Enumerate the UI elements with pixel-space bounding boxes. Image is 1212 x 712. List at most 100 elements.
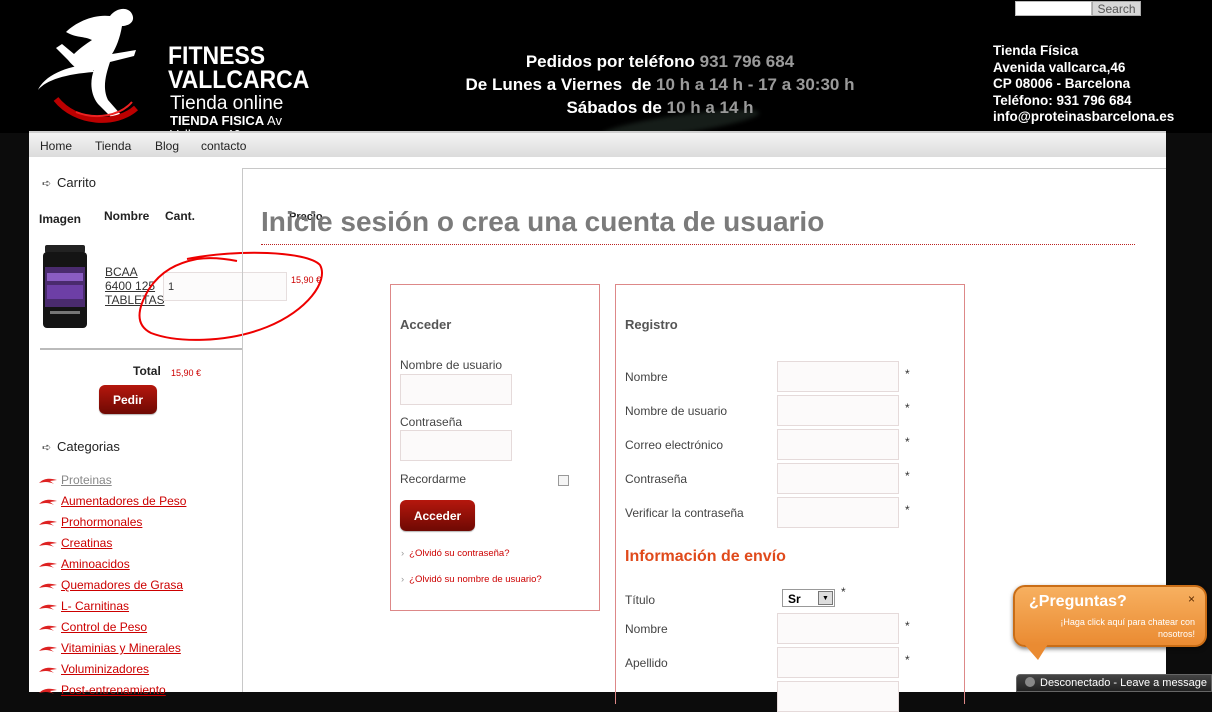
register-email-input[interactable]	[777, 429, 899, 460]
remember-label: Recordarme	[400, 472, 467, 486]
forgot-password-text: ¿Olvidó su contraseña?	[409, 548, 510, 559]
register-username-label: Nombre de usuario	[625, 404, 728, 418]
category-item[interactable]: Control de Peso	[38, 620, 147, 634]
close-icon[interactable]: ×	[1188, 592, 1195, 606]
shipping-title-value: Sr	[788, 592, 801, 606]
store-email: info@proteinasbarcelona.es	[993, 109, 1175, 124]
nav-item-blog[interactable]: Blog	[155, 139, 179, 153]
page-container: Home Tienda Blog contacto ➪ Carrito Image…	[29, 131, 1166, 712]
chat-invite-bubble[interactable]: ¿Preguntas? × ¡Haga click aquí para chat…	[1013, 585, 1207, 647]
shipping-lastname-label: Apellido	[625, 656, 668, 670]
login-username-label: Nombre de usuario	[400, 358, 503, 372]
store-info: Tienda Física Avenida vallcarca,46 CP 08…	[993, 43, 1174, 126]
category-item[interactable]: Prohormonales	[38, 515, 142, 529]
shipping-next-input[interactable]	[777, 681, 899, 712]
shipping-title-label: Título	[625, 593, 656, 607]
register-password-label: Contraseña	[625, 472, 688, 486]
swoosh-icon	[39, 520, 57, 526]
cart-col-name: Nombre	[104, 209, 150, 223]
shipping-firstname-label: Nombre	[625, 622, 668, 636]
required-mark: *	[905, 469, 910, 483]
order-button[interactable]: Pedir	[99, 385, 157, 414]
nav-item-home[interactable]: Home	[40, 139, 72, 153]
register-title: Registro	[625, 317, 678, 332]
category-item[interactable]: Creatinas	[38, 536, 112, 550]
category-label: L- Carnitinas	[61, 599, 130, 613]
shipping-title-select[interactable]: Sr ▼	[782, 589, 835, 607]
runner-silhouette-icon	[38, 8, 139, 123]
register-verify-password-label: Verificar la contraseña	[625, 506, 744, 520]
category-item[interactable]: Quemadores de Grasa	[38, 578, 183, 592]
store-line: Teléfono: 931 796 684	[993, 92, 1132, 108]
required-mark: *	[905, 435, 910, 449]
shipping-lastname-input[interactable]	[777, 647, 899, 678]
login-panel: Acceder Nombre de usuario Contraseña Rec…	[390, 284, 600, 611]
logo-text-line2: VALLCARCA	[168, 66, 310, 94]
category-item[interactable]: L- Carnitinas	[38, 599, 129, 613]
register-password-input[interactable]	[777, 463, 899, 494]
required-mark: *	[905, 653, 910, 667]
cart-total-label: Total	[133, 364, 161, 378]
category-label: Quemadores de Grasa	[61, 578, 184, 592]
register-panel: Registro Nombre * Nombre de usuario * Co…	[615, 284, 965, 712]
main-nav: Home Tienda Blog contacto	[29, 131, 1166, 157]
arrow-right-icon: ➪	[42, 178, 52, 190]
cart-col-qty: Cant.	[165, 209, 195, 223]
title-divider	[261, 244, 1135, 245]
nav-item-tienda[interactable]: Tienda	[95, 139, 131, 153]
chat-status-bar[interactable]: Desconectado - Leave a message	[1016, 674, 1212, 692]
category-item[interactable]: Aumentadores de Peso	[38, 494, 186, 508]
category-item[interactable]: Aminoacidos	[38, 557, 130, 571]
forgot-password-link[interactable]: › ¿Olvidó su contraseña?	[401, 548, 510, 559]
cart-total-value: 15,90 €	[171, 368, 202, 378]
bullet-icon: ›	[401, 574, 405, 585]
site-logo[interactable]: FITNESS VALLCARCA Tienda online TIENDA F…	[36, 4, 336, 142]
arrow-right-icon: ➪	[42, 442, 52, 454]
register-username-input[interactable]	[777, 395, 899, 426]
register-name-input[interactable]	[777, 361, 899, 392]
search-button[interactable]: Search	[1092, 1, 1141, 16]
chevron-down-icon: ▼	[818, 591, 833, 605]
swoosh-icon	[39, 667, 57, 673]
categories-title: Categorias	[57, 439, 120, 454]
swoosh-icon	[39, 646, 57, 652]
category-item[interactable]: Vitaminias y Minerales	[38, 641, 181, 655]
phone-line1-value: 931 796 684	[699, 52, 795, 71]
forgot-username-link[interactable]: › ¿Olvidó su nombre de usuario?	[401, 574, 542, 585]
category-label: Control de Peso	[61, 620, 148, 634]
chat-status-icon	[1025, 677, 1035, 687]
login-submit-button[interactable]: Acceder	[400, 500, 475, 531]
remember-checkbox[interactable]	[558, 475, 569, 486]
phone-info: Pedidos por teléfono 931 796 684 De Lune…	[440, 50, 880, 119]
nav-item-contacto[interactable]: contacto	[201, 139, 246, 153]
register-name-label: Nombre	[625, 370, 668, 384]
category-item[interactable]: Voluminizadores	[38, 662, 149, 676]
chat-subtitle: ¡Haga click aquí para chatear con nosotr…	[1060, 617, 1195, 639]
search-input[interactable]	[1015, 1, 1092, 16]
category-label: Post-entrenamiento	[61, 683, 166, 697]
categories-module-title: ➪ Categorias	[42, 439, 120, 454]
required-mark: *	[905, 367, 910, 381]
shipping-firstname-input[interactable]	[777, 613, 899, 644]
swoosh-icon	[39, 625, 57, 631]
cart-divider	[40, 348, 242, 350]
login-username-input[interactable]	[400, 374, 512, 405]
store-line: Tienda Física	[993, 43, 1079, 58]
login-password-input[interactable]	[400, 430, 512, 461]
register-verify-password-input[interactable]	[777, 497, 899, 528]
register-email-label: Correo electrónico	[625, 438, 724, 452]
category-item[interactable]: Proteinas	[38, 473, 112, 487]
swoosh-icon	[39, 688, 57, 694]
phone-line3-label: Sábados de	[566, 98, 662, 117]
store-line: Avenida vallcarca,46	[993, 59, 1126, 75]
sidebar: ➪ Carrito Imagen Nombre Cant. BCAA 6400 1…	[29, 157, 323, 697]
swoosh-icon	[39, 541, 57, 547]
swoosh-icon	[39, 562, 57, 568]
swoosh-icon	[39, 478, 57, 484]
chat-bubble-tail	[1024, 644, 1048, 660]
page-title: Inicie sesión o crea una cuenta de usuar…	[261, 206, 825, 237]
category-item[interactable]: Post-entrenamiento	[38, 683, 166, 697]
phone-line1: Pedidos por teléfono 931 796 684	[440, 50, 880, 73]
cart-module-title: ➪ Carrito	[42, 175, 96, 190]
bullet-icon: ›	[401, 548, 405, 559]
